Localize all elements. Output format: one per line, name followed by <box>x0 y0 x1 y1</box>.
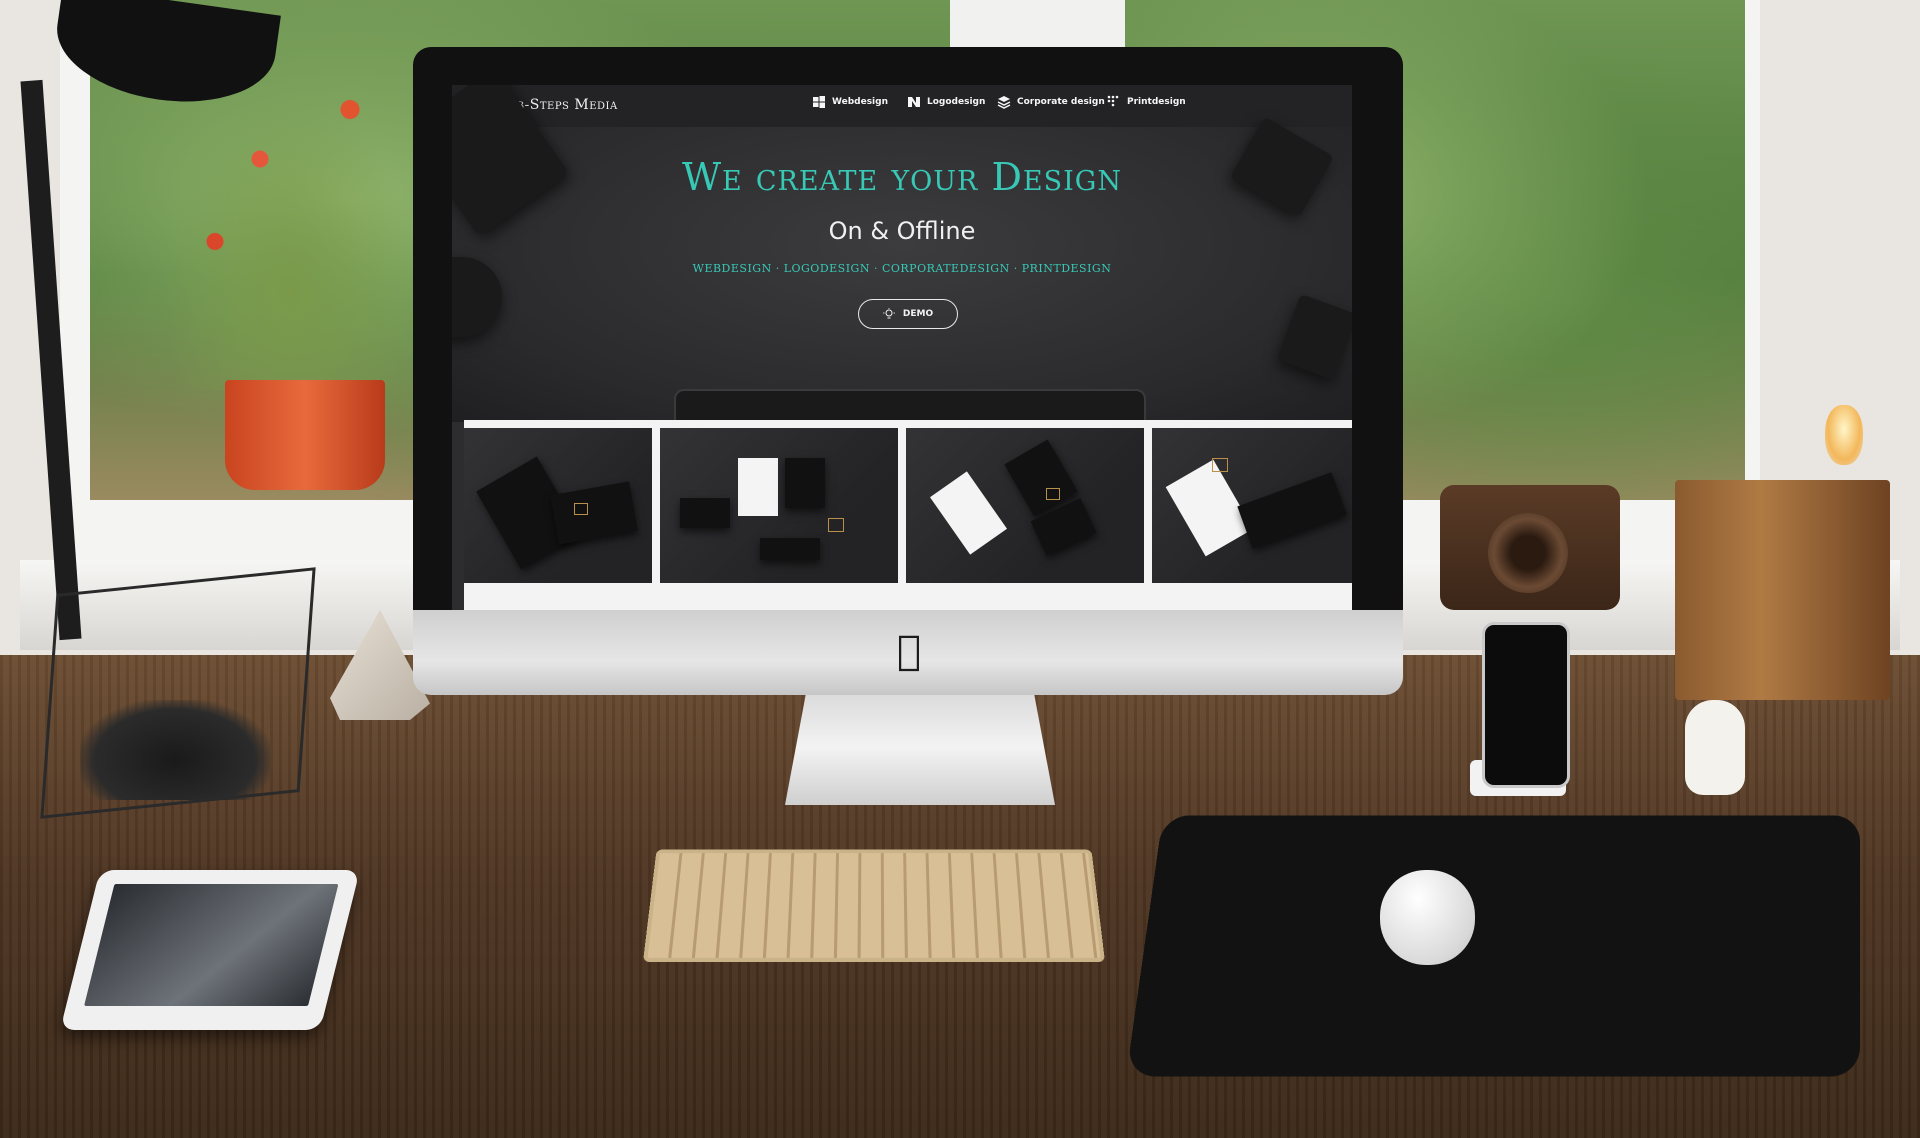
demo-label: DEMO <box>902 309 934 319</box>
flower-plant <box>140 60 440 390</box>
tablet-screen <box>84 884 339 1006</box>
nav-label-corporate-design: Corporate design <box>1017 97 1105 107</box>
top-navbar: Web-Steps Media Webdesign Logodesign Cor <box>452 85 1352 127</box>
hero-subtitle: On & Offline <box>828 217 976 245</box>
nav-label-logodesign: Logodesign <box>927 97 986 107</box>
thumb-card <box>550 481 638 545</box>
flower-pot <box>225 380 385 490</box>
website-screen: Web-Steps Media Webdesign Logodesign Cor <box>452 85 1352 610</box>
portfolio-gallery <box>464 420 1352 610</box>
gallery-thumb-1[interactable] <box>464 428 652 583</box>
mouse <box>1380 870 1475 965</box>
mouse-mat <box>1126 815 1861 1077</box>
grid-dots-icon <box>1107 95 1119 107</box>
nav-label-printdesign: Printdesign <box>1127 97 1186 107</box>
thumb-gold-mark <box>828 518 844 532</box>
edison-bulb <box>1825 405 1863 465</box>
polar-bear-figurine <box>1685 700 1745 795</box>
logo-icon <box>908 97 920 107</box>
thumb-envelope <box>760 538 820 560</box>
glass-terrarium <box>40 567 316 819</box>
nav-item-corporate-design[interactable]: Corporate design <box>997 95 1105 109</box>
imac-stand <box>785 690 1055 805</box>
nav-item-webdesign[interactable]: Webdesign <box>812 95 888 109</box>
thumb-gold-mark <box>1212 458 1228 472</box>
gallery-thumb-3[interactable] <box>906 428 1144 583</box>
wood-lamp-block <box>1675 480 1890 700</box>
keyboard <box>642 849 1106 962</box>
demo-button[interactable]: DEMO <box>858 299 958 329</box>
thumb-gold-mark <box>1046 488 1060 500</box>
tablet-device <box>60 870 360 1030</box>
smartphone <box>1482 622 1570 788</box>
hero-section: We create your Design On & Offline WEBDE… <box>452 85 1352 433</box>
thumb-notebook <box>785 458 825 508</box>
hero-title: We create your Design <box>681 155 1123 199</box>
lightbulb-icon <box>882 308 895 319</box>
nav-label-webdesign: Webdesign <box>832 97 888 107</box>
thumb-envelope <box>1237 472 1347 549</box>
camera <box>1440 485 1620 610</box>
thumb-gold-mark <box>574 503 588 515</box>
gallery-thumb-4[interactable] <box>1152 428 1352 583</box>
nav-item-printdesign[interactable]: Printdesign <box>1107 95 1186 109</box>
gallery-thumb-2[interactable] <box>660 428 898 583</box>
thumb-card <box>680 498 730 528</box>
apple-logo-icon:  <box>897 628 921 674</box>
windows-icon <box>813 96 825 108</box>
thumb-letterhead <box>929 471 1008 555</box>
camera-lens <box>1488 513 1568 593</box>
nav-item-logodesign[interactable]: Logodesign <box>907 95 985 109</box>
thumb-letterhead <box>738 458 778 516</box>
layers-icon <box>997 96 1011 109</box>
hero-services: WEBDESIGN · LOGODESIGN · CORPORATEDESIGN… <box>692 262 1112 275</box>
hero-prop-phone <box>1276 293 1352 381</box>
